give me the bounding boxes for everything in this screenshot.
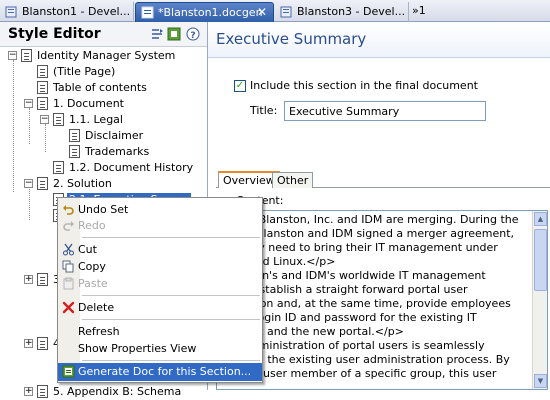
menu-separator xyxy=(82,295,260,296)
document-icon xyxy=(21,49,32,62)
tree-item-label: 2. Solution xyxy=(53,177,112,190)
tab-label: Blanston1 - Devel... xyxy=(22,5,131,18)
tab-other[interactable]: Other xyxy=(272,172,314,189)
menu-item-copy[interactable]: Copy xyxy=(58,258,262,276)
tab-label: *Blanston1.docgen xyxy=(158,6,263,19)
generate-doc-icon xyxy=(62,365,75,378)
delete-icon xyxy=(62,301,75,314)
expand-icon[interactable]: + xyxy=(24,275,33,284)
menu-item-redo[interactable]: Redo xyxy=(58,217,262,235)
style-editor-header: Style Editor ? xyxy=(0,22,207,47)
tree-item-label: 1. Document xyxy=(53,97,124,110)
collapse-icon[interactable]: − xyxy=(40,115,49,124)
tree-item-label: Disclaimer xyxy=(85,129,144,142)
scroll-down-button[interactable]: ▼ xyxy=(534,374,547,388)
menu-separator xyxy=(82,319,260,320)
menu-item-label: Refresh xyxy=(78,325,120,338)
panel-title: Style Editor xyxy=(8,26,101,42)
tree-item-label: Trademarks xyxy=(85,145,150,158)
tab-overview[interactable]: Overview xyxy=(218,171,280,189)
menu-item-delete[interactable]: Delete xyxy=(58,299,262,317)
include-section-label: Include this section in the final docume… xyxy=(250,79,478,92)
tree-item-label: Table of contents xyxy=(53,81,147,94)
undo-icon xyxy=(63,205,74,215)
tab-blanston1[interactable]: Blanston1 - Devel... xyxy=(0,2,134,22)
docgen-icon xyxy=(141,6,154,19)
tab-overflow-button[interactable]: »1 xyxy=(412,4,426,17)
scissors-icon xyxy=(63,243,74,256)
tree-item-label: 1.2. Document History xyxy=(69,161,194,174)
collapse-icon[interactable]: − xyxy=(24,99,33,108)
document-icon xyxy=(280,6,292,18)
menu-separator xyxy=(82,360,260,361)
title-field[interactable]: Executive Summary xyxy=(284,101,486,121)
context-menu: Undo Set Redo Cut Copy Paste Delete Refr… xyxy=(57,197,263,383)
tab-label: Blanston3 - Devel... xyxy=(297,5,406,18)
menu-item-show-properties-view[interactable]: Show Properties View xyxy=(58,340,262,358)
content-line: nistration and, at the same time, provid… xyxy=(221,297,511,310)
page-title: Executive Summary xyxy=(216,30,367,48)
menu-item-paste[interactable]: Paste xyxy=(58,275,262,293)
paste-icon xyxy=(63,277,74,290)
overview-panel: Content: l><p>Blanston, Inc. and IDM are… xyxy=(216,188,550,390)
editor-tabs: Overview Other xyxy=(216,171,550,189)
document-icon xyxy=(69,129,80,142)
include-section-checkbox[interactable]: ✓ xyxy=(234,80,246,92)
tab-blanston3[interactable]: Blanston3 - Devel... xyxy=(275,2,409,22)
menu-item-label: Generate Doc for this Section... xyxy=(78,365,252,378)
collapse-all-icon[interactable] xyxy=(150,27,164,41)
menu-item-label: Paste xyxy=(78,277,108,290)
section-settings: ✓ Include this section in the final docu… xyxy=(216,66,546,146)
document-icon xyxy=(37,81,48,94)
document-icon xyxy=(37,337,48,350)
generate-icon[interactable] xyxy=(167,27,181,41)
document-icon xyxy=(53,161,64,174)
collapse-icon[interactable]: − xyxy=(8,51,17,60)
content-line: rated in the existing user administratio… xyxy=(221,353,510,366)
menu-item-refresh[interactable]: Refresh xyxy=(58,323,262,341)
collapse-icon[interactable]: − xyxy=(24,179,33,188)
tree-item-label: 1.1. Legal xyxy=(69,113,123,126)
content-line: l><p>Blanston, Inc. and IDM are merging.… xyxy=(221,213,519,226)
menu-item-cut[interactable]: Cut xyxy=(58,241,262,259)
title-label: Title: xyxy=(250,104,278,117)
menu-separator xyxy=(82,237,260,238)
vertical-scrollbar[interactable]: ▲ ▼ xyxy=(532,211,547,389)
copy-icon xyxy=(62,260,74,273)
content-line: 2002, Blanston and IDM signed a merger a… xyxy=(221,227,515,240)
menu-item-label: Delete xyxy=(78,301,115,314)
menu-item-label: Undo Set xyxy=(78,203,129,216)
menu-item-label: Copy xyxy=(78,260,106,273)
content-textarea[interactable]: l><p>Blanston, Inc. and IDM are merging.… xyxy=(216,210,548,390)
tree-item-label: Identity Manager System xyxy=(37,49,176,62)
redo-icon xyxy=(63,221,74,231)
document-icon xyxy=(37,177,48,190)
document-icon xyxy=(37,385,48,398)
document-icon xyxy=(53,113,64,126)
document-icon xyxy=(5,6,17,18)
tree-item-label: 5. Appendix B: Schema xyxy=(53,385,182,398)
document-icon xyxy=(37,65,48,78)
close-icon[interactable]: ✕ xyxy=(257,5,267,19)
menu-item-label: Redo xyxy=(78,219,106,232)
document-icon xyxy=(37,97,48,110)
expand-icon[interactable]: + xyxy=(24,339,33,348)
menu-item-generate-doc[interactable]: Generate Doc for this Section... xyxy=(58,363,262,381)
editor-tab-bar: Blanston1 - Devel... *Blanston1.docgen ✕… xyxy=(0,0,550,22)
scroll-up-button[interactable]: ▲ xyxy=(534,212,547,226)
tree-item-label: (Title Page) xyxy=(53,65,116,78)
scroll-thumb[interactable] xyxy=(534,229,547,291)
menu-item-label: Cut xyxy=(78,243,97,256)
document-icon xyxy=(69,145,80,158)
svg-text:?: ? xyxy=(190,31,195,41)
expand-icon[interactable]: + xyxy=(24,387,33,396)
help-icon[interactable]: ? xyxy=(186,27,200,41)
tab-blanston1-docgen[interactable]: *Blanston1.docgen ✕ xyxy=(135,2,274,22)
menu-item-label: Show Properties View xyxy=(78,342,197,355)
section-editor-header: Executive Summary xyxy=(208,22,550,58)
document-icon xyxy=(37,273,48,286)
